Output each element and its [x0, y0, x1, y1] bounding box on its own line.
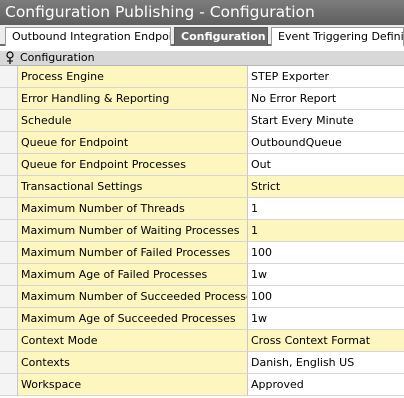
- property-value[interactable]: Out: [248, 154, 404, 176]
- row-gutter: [0, 176, 18, 198]
- property-value[interactable]: Start Every Minute: [248, 110, 404, 132]
- property-name: Maximum Number of Failed Processes: [18, 242, 248, 264]
- property-row-contexts[interactable]: Contexts Danish, English US: [0, 352, 404, 374]
- section-header-configuration[interactable]: Configuration: [0, 51, 404, 66]
- row-gutter: [0, 308, 18, 330]
- property-name: Maximum Age of Failed Processes: [18, 264, 248, 286]
- property-row-max-failed-processes[interactable]: Maximum Number of Failed Processes 100: [0, 242, 404, 264]
- property-row-max-succeeded-processes[interactable]: Maximum Number of Succeeded Processes 10…: [0, 286, 404, 308]
- property-row-queue-for-endpoint[interactable]: Queue for Endpoint OutboundQueue: [0, 132, 404, 154]
- property-name: Workspace: [18, 374, 248, 396]
- property-row-queue-for-endpoint-processes[interactable]: Queue for Endpoint Processes Out: [0, 154, 404, 176]
- row-gutter: [0, 88, 18, 110]
- property-name: Process Engine: [18, 66, 248, 88]
- property-row-max-age-succeeded[interactable]: Maximum Age of Succeeded Processes 1w: [0, 308, 404, 330]
- property-name: Schedule: [18, 110, 248, 132]
- property-value[interactable]: Approved: [248, 374, 404, 396]
- property-row-process-engine[interactable]: Process Engine STEP Exporter: [0, 66, 404, 88]
- property-row-error-handling[interactable]: Error Handling & Reporting No Error Repo…: [0, 88, 404, 110]
- row-gutter: [0, 132, 18, 154]
- row-gutter: [0, 110, 18, 132]
- property-value[interactable]: 1w: [248, 264, 404, 286]
- tab-event-triggering-definition[interactable]: Event Triggering Definition: [271, 27, 404, 46]
- property-name: Maximum Age of Succeeded Processes: [18, 308, 248, 330]
- row-gutter: [0, 154, 18, 176]
- property-name: Maximum Number of Waiting Processes: [18, 220, 248, 242]
- property-row-max-threads[interactable]: Maximum Number of Threads 1: [0, 198, 404, 220]
- row-gutter: [0, 374, 18, 396]
- property-value[interactable]: Strict: [248, 176, 404, 198]
- property-name: Maximum Number of Threads: [18, 198, 248, 220]
- row-gutter: [0, 352, 18, 374]
- property-value[interactable]: 1w: [248, 308, 404, 330]
- property-name: Queue for Endpoint Processes: [18, 154, 248, 176]
- row-gutter: [0, 264, 18, 286]
- property-value[interactable]: Cross Context Format: [248, 330, 404, 352]
- row-gutter: [0, 220, 18, 242]
- row-gutter: [0, 198, 18, 220]
- section-title: Configuration: [20, 51, 95, 64]
- window-title: Configuration Publishing - Configuration: [0, 0, 404, 25]
- property-value[interactable]: 1: [248, 220, 404, 242]
- property-value[interactable]: 1: [248, 198, 404, 220]
- property-name: Transactional Settings: [18, 176, 248, 198]
- property-row-transactional-settings[interactable]: Transactional Settings Strict: [0, 176, 404, 198]
- property-row-context-mode[interactable]: Context Mode Cross Context Format: [0, 330, 404, 352]
- property-row-schedule[interactable]: Schedule Start Every Minute: [0, 110, 404, 132]
- property-name: Contexts: [18, 352, 248, 374]
- tab-outbound-integration-endpoint[interactable]: Outbound Integration Endpoint: [5, 27, 171, 46]
- property-value[interactable]: 100: [248, 286, 404, 308]
- tab-configuration[interactable]: Configuration: [174, 27, 268, 46]
- tab-bar: Outbound Integration Endpoint Configurat…: [0, 25, 404, 46]
- pin-icon[interactable]: [5, 51, 15, 65]
- row-gutter: [0, 330, 18, 352]
- property-row-max-age-failed[interactable]: Maximum Age of Failed Processes 1w: [0, 264, 404, 286]
- property-name: Context Mode: [18, 330, 248, 352]
- property-name: Maximum Number of Succeeded Processes: [18, 286, 248, 308]
- property-value[interactable]: OutboundQueue: [248, 132, 404, 154]
- property-value[interactable]: STEP Exporter: [248, 66, 404, 88]
- row-gutter: [0, 286, 18, 308]
- row-gutter: [0, 242, 18, 264]
- property-value[interactable]: 100: [248, 242, 404, 264]
- property-value[interactable]: No Error Report: [248, 88, 404, 110]
- property-row-workspace[interactable]: Workspace Approved: [0, 374, 404, 396]
- row-gutter: [0, 66, 18, 88]
- property-value[interactable]: Danish, English US: [248, 352, 404, 374]
- property-row-max-waiting-processes[interactable]: Maximum Number of Waiting Processes 1: [0, 220, 404, 242]
- property-name: Queue for Endpoint: [18, 132, 248, 154]
- property-grid: Process Engine STEP Exporter Error Handl…: [0, 66, 404, 396]
- property-name: Error Handling & Reporting: [18, 88, 248, 110]
